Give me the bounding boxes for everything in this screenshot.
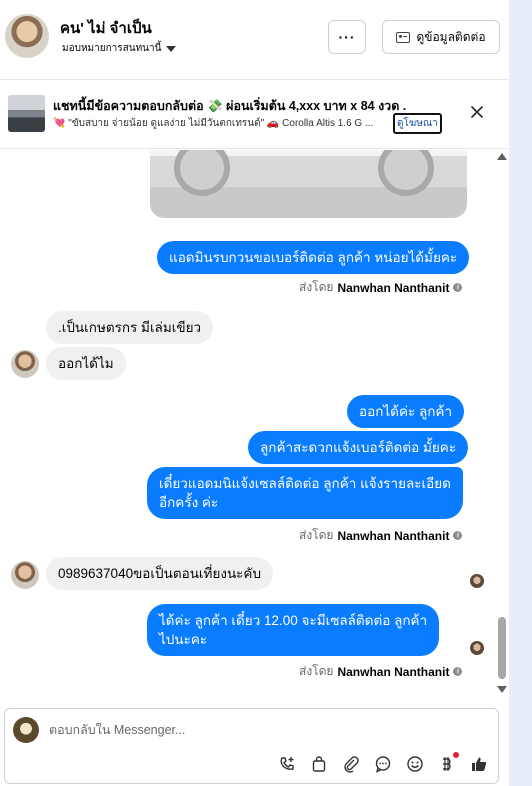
close-icon[interactable] (467, 102, 487, 122)
message-bubble-outgoing[interactable]: เดี๋ยวแอดมนิแจ้งเซลล์ติดต่อ ลูกค้า แจ้งร… (147, 467, 463, 519)
caret-down-icon (166, 45, 177, 52)
car-image-attachment[interactable] (150, 150, 467, 218)
phone-add-icon[interactable] (278, 755, 296, 773)
customer-avatar (11, 561, 39, 589)
scrollbar-thumb[interactable] (498, 617, 506, 679)
message-line: เดี๋ยวแอดมนิแจ้งเซลล์ติดต่อ ลูกค้า แจ้งร… (159, 476, 451, 491)
contact-avatar[interactable] (5, 14, 49, 58)
view-ad-link[interactable]: ดูโฆษณา (393, 113, 442, 134)
contact-card-icon (396, 31, 411, 43)
seen-avatar (470, 641, 484, 655)
scroll-up-arrow[interactable] (497, 153, 507, 160)
conversation-header: คน' ไม่ จำเป็น มอบหมายการสนทนานี้ ··· ดู… (0, 0, 509, 78)
bag-icon[interactable] (310, 755, 328, 773)
info-icon[interactable]: i (453, 283, 463, 292)
message-bubble-incoming[interactable]: 0989637040ขอเป็นตอนเที่ยงนะคับ (46, 557, 274, 590)
sent-by-agent: Nanwhan Nanthanit (337, 528, 450, 543)
customer-avatar (11, 350, 39, 378)
scroll-down-arrow[interactable] (497, 686, 507, 693)
message-line: ได้ค่ะ ลูกค้า เดี๋ยว 12.00 จะมีเซลล์ติดต… (159, 613, 428, 628)
assign-conversation-dropdown[interactable]: มอบหมายการสนทนานี้ (62, 41, 177, 56)
ad-context-bar: แชทนี้มีข้อความตอบกลับต่อ 💸 ผ่อนเริ่มต้น… (0, 79, 509, 149)
emoji-icon[interactable] (406, 755, 424, 773)
info-icon[interactable]: i (453, 667, 463, 676)
contact-name[interactable]: คน' ไม่ จำเป็น (60, 16, 152, 40)
message-bubble-incoming[interactable]: ออกได้ไม (46, 347, 126, 380)
more-dots-icon: ··· (338, 29, 356, 45)
sent-by-prefix: ส่งโดย (299, 280, 334, 294)
attachment-icon[interactable] (342, 755, 360, 773)
ad-thumbnail (8, 95, 45, 132)
thumbs-up-icon[interactable] (470, 755, 488, 773)
info-icon[interactable]: i (453, 531, 463, 540)
seen-avatar (470, 574, 484, 588)
car-wheel (378, 150, 434, 196)
view-contact-info-button[interactable]: ดูข้อมูลติดต่อ (382, 20, 500, 54)
car-wheel (174, 150, 230, 196)
message-thread[interactable]: แอดมินรบกวนขอเบอร์ติดต่อ ลูกค้า หน่อยได้… (0, 150, 509, 703)
ad-subtitle: 💘 "ขับสบาย จ่ายน้อย ดูแลง่าย ไม่มีวันตกเ… (53, 118, 374, 129)
sent-by-agent: Nanwhan Nanthanit (337, 664, 450, 679)
sent-by-label: ส่งโดย Nanwhan Nanthanit i (299, 526, 463, 545)
message-line: อีกครั้ง ค่ะ (159, 495, 219, 510)
sent-by-label: ส่งโดย Nanwhan Nanthanit i (299, 662, 463, 681)
message-bubble-outgoing[interactable]: ลูกค้าสะดวกแจ้งเบอร์ติดต่อ มั้ยคะ (248, 431, 469, 464)
sent-by-prefix: ส่งโดย (299, 664, 334, 678)
ad-title: แชทนี้มีข้อความตอบกลับต่อ 💸 ผ่อนเริ่มต้น… (53, 99, 407, 113)
sent-by-agent: Nanwhan Nanthanit (337, 280, 450, 295)
message-bubble-outgoing[interactable]: แอดมินรบกวนขอเบอร์ติดต่อ ลูกค้า หน่อยได้… (157, 241, 470, 274)
contact-info-label: ดูข้อมูลติดต่อ (416, 29, 486, 44)
page-avatar (13, 717, 39, 743)
sent-by-label: ส่งโดย Nanwhan Nanthanit i (299, 278, 463, 297)
more-options-button[interactable]: ··· (328, 20, 366, 54)
composer-toolbar (278, 752, 488, 773)
saved-reply-icon[interactable] (374, 755, 392, 773)
sent-by-prefix: ส่งโดย (299, 528, 334, 542)
assign-label: มอบหมายการสนทนานี้ (62, 43, 162, 54)
reply-input[interactable] (49, 723, 469, 737)
message-bubble-outgoing[interactable]: ได้ค่ะ ลูกค้า เดี๋ยว 12.00 จะมีเซลล์ติดต… (147, 604, 440, 656)
message-bubble-outgoing[interactable]: ออกได้ค่ะ ลูกค้า (347, 395, 465, 428)
notification-dot (453, 752, 459, 758)
window-edge-strip (509, 0, 532, 786)
reply-composer (4, 708, 499, 784)
payment-icon[interactable] (438, 752, 459, 773)
message-bubble-incoming[interactable]: .เป็นเกษตรกร มีเล่มเขียว (46, 311, 214, 344)
message-line: ไปนะคะ (159, 632, 208, 647)
